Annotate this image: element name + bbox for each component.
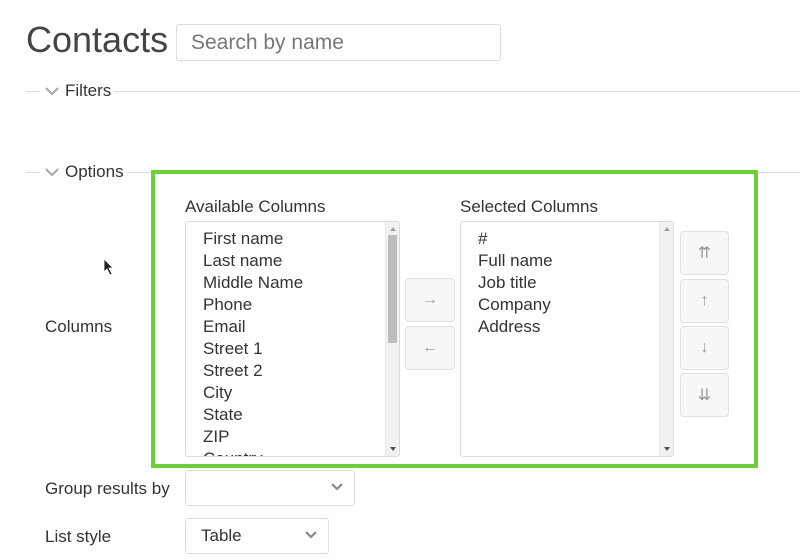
options-toggle[interactable]: Options — [40, 161, 127, 183]
scroll-thumb[interactable] — [388, 235, 397, 343]
list-style-select[interactable]: Table — [185, 518, 329, 554]
scroll-up-icon[interactable] — [664, 227, 670, 231]
arrow-up-icon: ↑ — [700, 292, 709, 309]
arrow-left-icon: ← — [422, 339, 438, 356]
double-arrow-down-icon: ⇊ — [697, 387, 712, 404]
list-item[interactable]: Address — [478, 316, 553, 338]
mouse-cursor-icon — [103, 258, 114, 276]
chevron-down-icon — [45, 168, 59, 177]
chevron-down-icon — [305, 531, 317, 539]
available-columns-list[interactable]: First name Last name Middle Name Phone Email… — [185, 221, 400, 457]
options-label: Options — [65, 162, 124, 181]
chevron-down-icon — [331, 483, 343, 491]
list-item[interactable]: Middle Name — [203, 272, 303, 294]
move-top-button[interactable]: ⇈ — [680, 231, 729, 275]
group-by-label: Group results by — [45, 479, 170, 498]
filters-label: Filters — [65, 81, 112, 100]
arrow-right-icon: → — [422, 291, 438, 308]
columns-label: Columns — [45, 317, 113, 336]
list-item[interactable]: State — [203, 404, 303, 426]
move-down-button[interactable]: ↓ — [680, 326, 729, 370]
list-item[interactable]: City — [203, 382, 303, 404]
list-style-value: Table — [201, 526, 242, 545]
selected-scrollbar[interactable] — [659, 222, 673, 456]
list-item[interactable]: ZIP — [203, 426, 303, 448]
list-item[interactable]: Job title — [478, 272, 553, 294]
available-columns-title: Available Columns — [185, 197, 326, 216]
list-item[interactable]: # — [478, 228, 553, 250]
filters-divider — [26, 91, 800, 92]
selected-columns-title: Selected Columns — [460, 197, 598, 216]
move-bottom-button[interactable]: ⇊ — [680, 373, 729, 417]
arrow-down-icon: ↓ — [700, 339, 709, 356]
chevron-down-icon — [45, 87, 59, 96]
list-item[interactable]: Email — [203, 316, 303, 338]
selected-columns-list[interactable]: # Full name Job title Company Address — [460, 221, 674, 457]
list-item[interactable]: Street 2 — [203, 360, 303, 382]
page-title: Contacts — [26, 19, 169, 60]
double-arrow-up-icon: ⇈ — [697, 245, 712, 262]
scroll-up-icon[interactable] — [390, 227, 396, 231]
scroll-down-icon[interactable] — [664, 447, 670, 451]
list-item[interactable]: Company — [478, 294, 553, 316]
list-item[interactable]: Phone — [203, 294, 303, 316]
search-input[interactable] — [176, 24, 501, 61]
group-by-select[interactable] — [185, 470, 355, 506]
move-up-button[interactable]: ↑ — [680, 279, 729, 323]
list-item[interactable]: Country — [203, 448, 303, 456]
list-item[interactable]: Full name — [478, 250, 553, 272]
add-column-button[interactable]: → — [405, 278, 455, 322]
list-style-label: List style — [45, 527, 112, 546]
remove-column-button[interactable]: ← — [405, 326, 455, 370]
list-item[interactable]: Street 1 — [203, 338, 303, 360]
list-item[interactable]: Last name — [203, 250, 303, 272]
scroll-down-icon[interactable] — [390, 447, 396, 451]
list-item[interactable]: First name — [203, 228, 303, 250]
filters-toggle[interactable]: Filters — [40, 80, 115, 102]
available-scrollbar[interactable] — [385, 222, 399, 456]
